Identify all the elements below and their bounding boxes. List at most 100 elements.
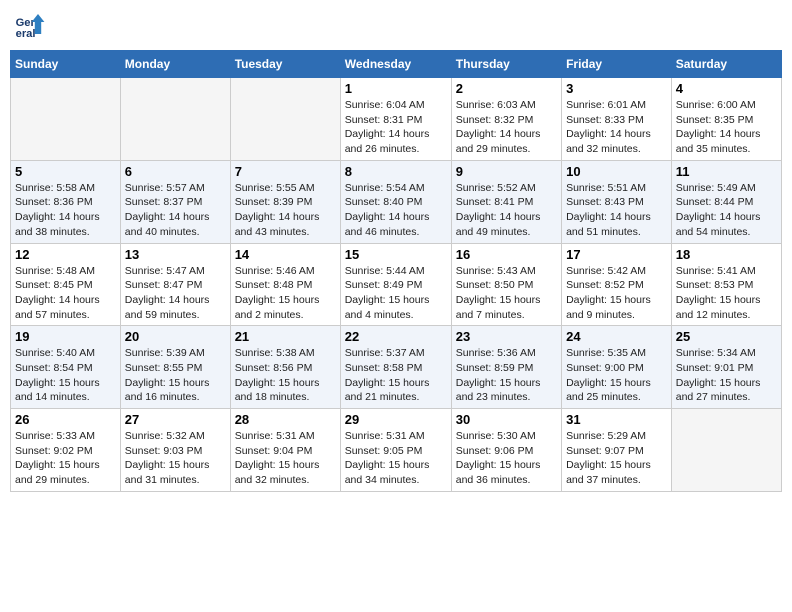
column-header-wednesday: Wednesday xyxy=(340,51,451,78)
calendar-day-cell: 3 Sunrise: 6:01 AM Sunset: 8:33 PM Daylig… xyxy=(562,78,672,161)
day-info: Sunrise: 5:52 AM Sunset: 8:41 PM Dayligh… xyxy=(456,181,557,240)
column-header-tuesday: Tuesday xyxy=(230,51,340,78)
calendar-day-cell: 25 Sunrise: 5:34 AM Sunset: 9:01 PM Dayli… xyxy=(671,326,781,409)
column-header-sunday: Sunday xyxy=(11,51,121,78)
day-info: Sunrise: 6:01 AM Sunset: 8:33 PM Dayligh… xyxy=(566,98,667,157)
calendar-day-cell: 6 Sunrise: 5:57 AM Sunset: 8:37 PM Daylig… xyxy=(120,160,230,243)
day-number: 6 xyxy=(125,164,226,179)
day-number: 27 xyxy=(125,412,226,427)
calendar-day-cell: 19 Sunrise: 5:40 AM Sunset: 8:54 PM Dayli… xyxy=(11,326,121,409)
day-number: 11 xyxy=(676,164,777,179)
day-number: 16 xyxy=(456,247,557,262)
calendar-day-cell xyxy=(671,409,781,492)
day-number: 19 xyxy=(15,329,116,344)
day-number: 9 xyxy=(456,164,557,179)
day-number: 13 xyxy=(125,247,226,262)
day-info: Sunrise: 5:38 AM Sunset: 8:56 PM Dayligh… xyxy=(235,346,336,405)
calendar-week-row: 19 Sunrise: 5:40 AM Sunset: 8:54 PM Dayli… xyxy=(11,326,782,409)
calendar-week-row: 5 Sunrise: 5:58 AM Sunset: 8:36 PM Daylig… xyxy=(11,160,782,243)
calendar-day-cell: 11 Sunrise: 5:49 AM Sunset: 8:44 PM Dayli… xyxy=(671,160,781,243)
calendar-day-cell: 7Sunrise: 5:55 AM Sunset: 8:39 PM Daylig… xyxy=(230,160,340,243)
day-number: 25 xyxy=(676,329,777,344)
day-number: 20 xyxy=(125,329,226,344)
calendar-day-cell: 16Sunrise: 5:43 AM Sunset: 8:50 PM Dayli… xyxy=(451,243,561,326)
day-info: Sunrise: 5:48 AM Sunset: 8:45 PM Dayligh… xyxy=(15,264,116,323)
day-number: 23 xyxy=(456,329,557,344)
day-number: 29 xyxy=(345,412,447,427)
day-number: 17 xyxy=(566,247,667,262)
day-number: 1 xyxy=(345,81,447,96)
calendar-day-cell: 30Sunrise: 5:30 AM Sunset: 9:06 PM Dayli… xyxy=(451,409,561,492)
day-info: Sunrise: 5:49 AM Sunset: 8:44 PM Dayligh… xyxy=(676,181,777,240)
calendar-week-row: 1 Sunrise: 6:04 AM Sunset: 8:31 PM Daylig… xyxy=(11,78,782,161)
calendar-day-cell xyxy=(230,78,340,161)
day-info: Sunrise: 5:44 AM Sunset: 8:49 PM Dayligh… xyxy=(345,264,447,323)
calendar-day-cell: 15 Sunrise: 5:44 AM Sunset: 8:49 PM Dayli… xyxy=(340,243,451,326)
day-info: Sunrise: 5:39 AM Sunset: 8:55 PM Dayligh… xyxy=(125,346,226,405)
calendar-table: SundayMondayTuesdayWednesdayThursdayFrid… xyxy=(10,50,782,492)
day-number: 15 xyxy=(345,247,447,262)
day-info: Sunrise: 5:35 AM Sunset: 9:00 PM Dayligh… xyxy=(566,346,667,405)
calendar-day-cell: 28Sunrise: 5:31 AM Sunset: 9:04 PM Dayli… xyxy=(230,409,340,492)
day-info: Sunrise: 5:42 AM Sunset: 8:52 PM Dayligh… xyxy=(566,264,667,323)
day-number: 4 xyxy=(676,81,777,96)
svg-text:eral: eral xyxy=(16,28,36,40)
calendar-day-cell: 8 Sunrise: 5:54 AM Sunset: 8:40 PM Daylig… xyxy=(340,160,451,243)
day-number: 2 xyxy=(456,81,557,96)
day-number: 5 xyxy=(15,164,116,179)
calendar-day-cell: 12 Sunrise: 5:48 AM Sunset: 8:45 PM Dayli… xyxy=(11,243,121,326)
day-info: Sunrise: 5:47 AM Sunset: 8:47 PM Dayligh… xyxy=(125,264,226,323)
calendar-day-cell xyxy=(120,78,230,161)
day-number: 14 xyxy=(235,247,336,262)
day-info: Sunrise: 5:36 AM Sunset: 8:59 PM Dayligh… xyxy=(456,346,557,405)
day-info: Sunrise: 5:34 AM Sunset: 9:01 PM Dayligh… xyxy=(676,346,777,405)
calendar-day-cell: 5 Sunrise: 5:58 AM Sunset: 8:36 PM Daylig… xyxy=(11,160,121,243)
day-info: Sunrise: 5:37 AM Sunset: 8:58 PM Dayligh… xyxy=(345,346,447,405)
calendar-day-cell: 10Sunrise: 5:51 AM Sunset: 8:43 PM Dayli… xyxy=(562,160,672,243)
logo-icon: Gen eral xyxy=(14,10,46,42)
calendar-day-cell: 24 Sunrise: 5:35 AM Sunset: 9:00 PM Dayli… xyxy=(562,326,672,409)
calendar-day-cell: 2 Sunrise: 6:03 AM Sunset: 8:32 PM Daylig… xyxy=(451,78,561,161)
day-number: 28 xyxy=(235,412,336,427)
column-header-thursday: Thursday xyxy=(451,51,561,78)
calendar-day-cell: 22 Sunrise: 5:37 AM Sunset: 8:58 PM Dayli… xyxy=(340,326,451,409)
calendar-day-cell: 17 Sunrise: 5:42 AM Sunset: 8:52 PM Dayli… xyxy=(562,243,672,326)
calendar-day-cell: 29 Sunrise: 5:31 AM Sunset: 9:05 PM Dayli… xyxy=(340,409,451,492)
day-info: Sunrise: 5:40 AM Sunset: 8:54 PM Dayligh… xyxy=(15,346,116,405)
calendar-week-row: 12 Sunrise: 5:48 AM Sunset: 8:45 PM Dayli… xyxy=(11,243,782,326)
day-number: 24 xyxy=(566,329,667,344)
day-number: 10 xyxy=(566,164,667,179)
calendar-day-cell: 9 Sunrise: 5:52 AM Sunset: 8:41 PM Daylig… xyxy=(451,160,561,243)
day-number: 8 xyxy=(345,164,447,179)
day-info: Sunrise: 6:03 AM Sunset: 8:32 PM Dayligh… xyxy=(456,98,557,157)
day-number: 31 xyxy=(566,412,667,427)
calendar-header-row: SundayMondayTuesdayWednesdayThursdayFrid… xyxy=(11,51,782,78)
day-info: Sunrise: 5:30 AM Sunset: 9:06 PM Dayligh… xyxy=(456,429,557,488)
day-number: 3 xyxy=(566,81,667,96)
calendar-day-cell xyxy=(11,78,121,161)
calendar-day-cell: 4Sunrise: 6:00 AM Sunset: 8:35 PM Daylig… xyxy=(671,78,781,161)
day-info: Sunrise: 5:32 AM Sunset: 9:03 PM Dayligh… xyxy=(125,429,226,488)
day-info: Sunrise: 6:04 AM Sunset: 8:31 PM Dayligh… xyxy=(345,98,447,157)
calendar-day-cell: 1 Sunrise: 6:04 AM Sunset: 8:31 PM Daylig… xyxy=(340,78,451,161)
calendar-day-cell: 18Sunrise: 5:41 AM Sunset: 8:53 PM Dayli… xyxy=(671,243,781,326)
column-header-saturday: Saturday xyxy=(671,51,781,78)
calendar-day-cell: 31Sunrise: 5:29 AM Sunset: 9:07 PM Dayli… xyxy=(562,409,672,492)
logo: Gen eral xyxy=(14,10,50,42)
page-header: Gen eral xyxy=(10,10,782,42)
day-info: Sunrise: 5:57 AM Sunset: 8:37 PM Dayligh… xyxy=(125,181,226,240)
day-info: Sunrise: 5:58 AM Sunset: 8:36 PM Dayligh… xyxy=(15,181,116,240)
day-number: 22 xyxy=(345,329,447,344)
day-number: 21 xyxy=(235,329,336,344)
day-number: 12 xyxy=(15,247,116,262)
day-info: Sunrise: 5:55 AM Sunset: 8:39 PM Dayligh… xyxy=(235,181,336,240)
day-info: Sunrise: 5:54 AM Sunset: 8:40 PM Dayligh… xyxy=(345,181,447,240)
column-header-monday: Monday xyxy=(120,51,230,78)
day-info: Sunrise: 5:31 AM Sunset: 9:05 PM Dayligh… xyxy=(345,429,447,488)
day-info: Sunrise: 5:33 AM Sunset: 9:02 PM Dayligh… xyxy=(15,429,116,488)
column-header-friday: Friday xyxy=(562,51,672,78)
calendar-day-cell: 20 Sunrise: 5:39 AM Sunset: 8:55 PM Dayli… xyxy=(120,326,230,409)
day-info: Sunrise: 5:41 AM Sunset: 8:53 PM Dayligh… xyxy=(676,264,777,323)
day-info: Sunrise: 5:46 AM Sunset: 8:48 PM Dayligh… xyxy=(235,264,336,323)
calendar-day-cell: 23 Sunrise: 5:36 AM Sunset: 8:59 PM Dayli… xyxy=(451,326,561,409)
